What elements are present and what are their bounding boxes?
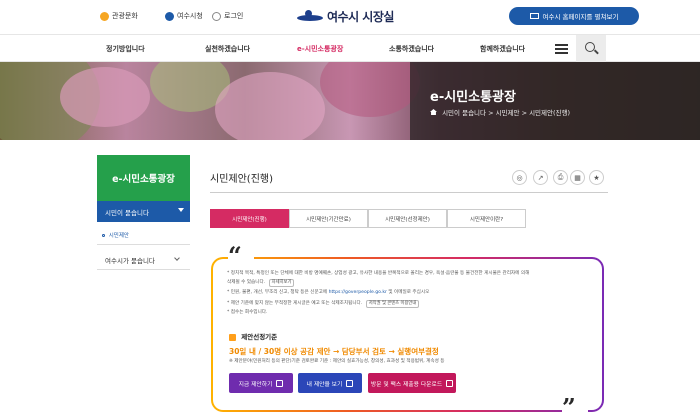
criteria-note: ※ 제안분야(민원처리 등의 판단)기준 검토완료 기준 : 제안의 실효가능성… bbox=[229, 359, 445, 364]
propose-now-button[interactable]: 지금 제안하기 bbox=[229, 373, 293, 393]
notice-line-3: * 제안 기준에 맞지 않는 부적정한 게시글은 예고 또는 삭제조치됩니다. … bbox=[227, 300, 420, 308]
notice-line-2: * 민원, 불편, 개선, 부조리 신고, 청탁 등은 신문고에 https:/… bbox=[227, 290, 430, 295]
logo-mark-icon bbox=[297, 9, 323, 24]
menu-icon[interactable] bbox=[555, 44, 568, 54]
chevron-down-icon bbox=[178, 208, 184, 212]
tab-proposal-about[interactable]: 시민제안이란? bbox=[447, 209, 526, 228]
download-form-button[interactable]: 방문 및 팩스 제출용 다운로드 bbox=[368, 373, 456, 393]
top-utility-bar: 관광문화 여수시청 로그인 여수시 시장실 여수시 홈페이지를 펼쳐보기 bbox=[0, 0, 700, 34]
site-logo[interactable]: 여수시 시장실 bbox=[297, 8, 394, 25]
sidebar-item-city-asks[interactable]: 여수시가 묻습니다 bbox=[105, 255, 180, 265]
sidebar-subitem-proposal[interactable]: 시민제안 bbox=[102, 231, 129, 239]
title-divider bbox=[210, 192, 608, 193]
nav-item-4[interactable]: 소통하겠습니다 bbox=[389, 44, 434, 54]
homepage-button[interactable]: 여수시 홈페이지를 펼쳐보기 bbox=[509, 7, 639, 25]
breadcrumb-text[interactable]: 시민이 묻습니다 > 시민제안 > 시민제안(진행) bbox=[442, 109, 570, 117]
copy-icon[interactable]: ◎ bbox=[512, 170, 527, 185]
main-nav: 정기방입니다 실천하겠습니다 e-시민소통광장 소통하겠습니다 함께하겠습니다 bbox=[0, 34, 700, 62]
cityhall-link[interactable]: 여수시청 bbox=[165, 11, 203, 21]
homepage-button-label: 여수시 홈페이지를 펼쳐보기 bbox=[542, 13, 619, 21]
notice-line-4: * 접수는 회수입니다. bbox=[227, 310, 268, 315]
quote-close-icon: ” bbox=[562, 396, 588, 413]
nav-item-5[interactable]: 함께하겠습니다 bbox=[480, 44, 525, 54]
tourism-link[interactable]: 관광문화 bbox=[100, 11, 138, 21]
sidebar-item2-label: 여수시가 묻습니다 bbox=[105, 257, 155, 265]
login-icon bbox=[212, 11, 221, 21]
logo-text: 여수시 시장실 bbox=[327, 10, 394, 24]
share-icon[interactable]: ↗ bbox=[533, 170, 548, 185]
tourism-icon bbox=[100, 11, 109, 21]
copyright-button[interactable]: 저작권 및 콘텐츠 이용안내 bbox=[365, 300, 420, 308]
bookmark-icon[interactable]: ▦ bbox=[570, 170, 585, 185]
sidebar-item-citizen-asks[interactable]: 시민이 묻습니다 bbox=[97, 201, 190, 222]
notice-line-1b: 삭제될 수 있습니다. 자세히보기 bbox=[227, 279, 295, 287]
more-info-button[interactable]: 자세히보기 bbox=[268, 279, 295, 287]
tab-proposal-active[interactable]: 시민제안(진행) bbox=[210, 209, 289, 228]
sidebar-divider bbox=[97, 244, 190, 245]
my-proposals-button[interactable]: 내 제안을 보기 bbox=[298, 373, 362, 393]
sidebar-subitem-label: 시민제안 bbox=[108, 233, 129, 239]
cityhall-link-label: 여수시청 bbox=[177, 12, 203, 20]
quote-open-icon: “ bbox=[228, 244, 254, 268]
chat-icon bbox=[346, 379, 354, 387]
tab-proposal-expired[interactable]: 시민제안(기간만료) bbox=[289, 209, 368, 228]
sidebar-title: e-시민소통광장 bbox=[97, 155, 190, 201]
breadcrumb: 시민이 묻습니다 > 시민제안 > 시민제안(진행) bbox=[430, 107, 570, 117]
sidebar-divider bbox=[97, 269, 190, 270]
download-icon bbox=[446, 379, 454, 387]
criteria-title: 제안선정기준 bbox=[229, 331, 277, 341]
nav-item-1[interactable]: 정기방입니다 bbox=[106, 44, 145, 54]
login-link[interactable]: 로그인 bbox=[212, 11, 243, 21]
hero-title: e-시민소통광장 bbox=[430, 90, 516, 105]
notice-line-1: * 정치적 목적, 특정인 또는 단체에 대한 비방 명예훼손, 상업성 광고,… bbox=[227, 271, 530, 276]
page-title: 시민제안(진행) bbox=[210, 174, 274, 185]
govpeople-link[interactable]: https://goverpeople.go.kr bbox=[329, 290, 387, 295]
chevron-down-icon bbox=[174, 255, 180, 261]
monitor-icon bbox=[529, 13, 539, 19]
cityhall-icon bbox=[165, 11, 174, 21]
tourism-link-label: 관광문화 bbox=[112, 12, 138, 20]
page: 관광문화 여수시청 로그인 여수시 시장실 여수시 홈페이지를 펼쳐보기 정기방… bbox=[0, 0, 700, 413]
print-icon[interactable]: ⎙ bbox=[553, 170, 568, 185]
criteria-icon bbox=[229, 333, 236, 341]
hero-banner: e-시민소통광장 시민이 묻습니다 > 시민제안 > 시민제안(진행) bbox=[0, 62, 700, 140]
login-link-label: 로그인 bbox=[224, 12, 244, 20]
criteria-highlight: 30일 내 / 30명 이상 공감 제안 → 담당부서 검토 → 실행여부결정 bbox=[229, 347, 439, 356]
home-icon[interactable] bbox=[430, 109, 437, 115]
thumb-up-icon bbox=[276, 379, 284, 387]
star-icon[interactable]: ★ bbox=[589, 170, 604, 185]
sidebar-item-label: 시민이 묻습니다 bbox=[105, 208, 149, 217]
nav-item-2[interactable]: 실천하겠습니다 bbox=[205, 44, 250, 54]
nav-item-3[interactable]: e-시민소통광장 bbox=[297, 44, 343, 54]
search-button[interactable] bbox=[576, 35, 606, 62]
bullet-icon bbox=[102, 234, 105, 237]
tab-proposal-selected[interactable]: 시민제안(선정제안) bbox=[368, 209, 447, 228]
